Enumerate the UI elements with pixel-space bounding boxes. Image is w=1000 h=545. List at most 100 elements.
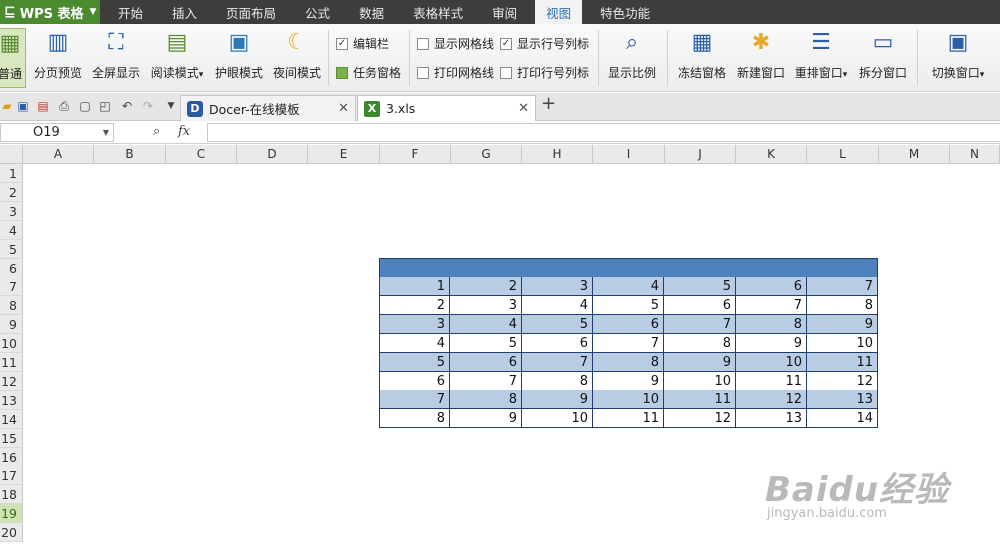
checkbox-icon[interactable]: ✓	[336, 37, 348, 50]
print-icon[interactable]: ⎙	[57, 99, 71, 113]
row-header-3[interactable]: 3	[0, 202, 23, 221]
table-cell[interactable]: 3	[450, 296, 522, 315]
column-header-k[interactable]: K	[736, 145, 807, 164]
table-cell[interactable]: 10	[736, 353, 807, 372]
column-header-l[interactable]: L	[807, 145, 879, 164]
column-header-e[interactable]: E	[308, 145, 380, 164]
row-header-1[interactable]: 1	[0, 164, 23, 183]
table-cell[interactable]: 10	[522, 409, 593, 428]
menu-5[interactable]: 数据	[348, 0, 395, 24]
ribbon-button-8[interactable]: ▦ 冻结窗格	[674, 28, 730, 88]
row-header-6[interactable]: 6	[0, 259, 23, 278]
table-cell[interactable]: 10	[664, 372, 736, 391]
table-cell[interactable]: 9	[807, 315, 878, 334]
table-cell[interactable]: 2	[379, 296, 450, 315]
function-button[interactable]: fx	[178, 124, 190, 139]
tab-3xls[interactable]: X 3.xls ✕	[357, 95, 536, 121]
row-header-13[interactable]: 13	[0, 391, 23, 410]
table-cell[interactable]: 11	[807, 353, 878, 372]
column-header-g[interactable]: G	[451, 145, 522, 164]
ribbon-button-9[interactable]: ✱ 新建窗口	[733, 28, 789, 88]
table-cell[interactable]: 11	[736, 372, 807, 391]
table-cell[interactable]: 6	[736, 277, 807, 296]
table-cell[interactable]: 7	[736, 296, 807, 315]
row-header-14[interactable]: 14	[0, 410, 23, 429]
ribbon-button-10[interactable]: ☰ 重排窗口▾	[790, 28, 852, 88]
table-cell[interactable]: 10	[593, 390, 664, 409]
row-header-10[interactable]: 10	[0, 334, 23, 353]
row-header-7[interactable]: 7	[0, 277, 23, 296]
row-header-16[interactable]: 16	[0, 448, 23, 467]
row-header-17[interactable]: 17	[0, 466, 23, 485]
table-cell[interactable]: 12	[736, 390, 807, 409]
menu-2[interactable]: 插入	[161, 0, 208, 24]
table-cell[interactable]: 9	[593, 372, 664, 391]
table-cell[interactable]: 1	[379, 277, 450, 296]
column-header-d[interactable]: D	[237, 145, 308, 164]
select-all-corner[interactable]	[0, 145, 23, 164]
formula-input[interactable]	[207, 123, 1000, 142]
app-menu-button[interactable]: ⊑ WPS 表格 ▼	[0, 0, 100, 24]
ribbon-button-1[interactable]: ▦ 普通	[0, 28, 26, 88]
table-cell[interactable]: 7	[450, 372, 522, 391]
table-cell[interactable]: 8	[736, 315, 807, 334]
table-cell[interactable]: 13	[736, 409, 807, 428]
new-tab-button[interactable]: +	[541, 95, 556, 113]
row-header-5[interactable]: 5	[0, 240, 23, 259]
table-cell[interactable]: 9	[450, 409, 522, 428]
table-cell[interactable]: 7	[807, 277, 878, 296]
column-header-a[interactable]: A	[23, 145, 94, 164]
menu-8[interactable]: 视图	[535, 0, 583, 24]
ribbon-button-4[interactable]: ▤ 阅读模式▾	[146, 28, 208, 88]
row-header-19[interactable]: 19	[0, 504, 23, 523]
row-header-11[interactable]: 11	[0, 353, 23, 372]
undo-icon[interactable]: ↶	[120, 99, 134, 113]
checkbox-icon[interactable]	[417, 66, 429, 79]
row-header-9[interactable]: 9	[0, 315, 23, 334]
checkbox-icon[interactable]: ✓	[500, 37, 512, 50]
ribbon-button-3[interactable]: ⛶ 全屏显示	[90, 28, 142, 88]
ribbon-checkbox-4[interactable]: ✓ 显示行号列标	[500, 35, 589, 52]
row-header-20[interactable]: 20	[0, 523, 23, 542]
table-cell[interactable]: 6	[522, 334, 593, 353]
table-cell[interactable]: 11	[593, 409, 664, 428]
ribbon-button-6[interactable]: ☾ 夜间模式	[271, 28, 323, 88]
table-cell[interactable]: 3	[522, 277, 593, 296]
column-header-b[interactable]: B	[94, 145, 166, 164]
menu-1[interactable]: 开始	[107, 0, 154, 24]
row-header-18[interactable]: 18	[0, 485, 23, 504]
table-cell[interactable]: 13	[807, 390, 878, 409]
row-header-4[interactable]: 4	[0, 221, 23, 240]
table-cell[interactable]: 7	[664, 315, 736, 334]
table-cell[interactable]: 8	[593, 353, 664, 372]
table-cell[interactable]: 9	[664, 353, 736, 372]
table-cell[interactable]: 8	[807, 296, 878, 315]
close-icon[interactable]: ✕	[518, 101, 529, 116]
checkbox-icon[interactable]	[417, 37, 429, 50]
checkbox-icon[interactable]	[336, 66, 348, 79]
table-cell[interactable]: 10	[807, 334, 878, 353]
table-cell[interactable]: 5	[522, 315, 593, 334]
row-header-2[interactable]: 2	[0, 183, 23, 202]
table-cell[interactable]: 7	[522, 353, 593, 372]
table-cell[interactable]: 9	[736, 334, 807, 353]
table-cell[interactable]: 6	[379, 372, 450, 391]
checkbox-icon[interactable]	[500, 66, 512, 79]
chevron-down-icon[interactable]: ▼	[103, 124, 109, 141]
table-cell[interactable]: 2	[450, 277, 522, 296]
table-cell[interactable]: 7	[379, 390, 450, 409]
ribbon-button-7[interactable]: ⌕ 显示比例	[606, 28, 658, 88]
open-folder-icon[interactable]: ▰	[0, 99, 14, 113]
table-cell[interactable]: 4	[522, 296, 593, 315]
table-cell[interactable]: 5	[664, 277, 736, 296]
table-cell[interactable]: 7	[593, 334, 664, 353]
table-cell[interactable]: 9	[522, 390, 593, 409]
name-box[interactable]: O19 ▼	[0, 123, 114, 142]
ribbon-button-5[interactable]: ▣ 护眼模式	[213, 28, 265, 88]
ribbon-button-12[interactable]: ▣ 切换窗口▾	[925, 28, 991, 88]
table-cell[interactable]: 8	[522, 372, 593, 391]
export-pdf-icon[interactable]: ▤	[36, 99, 50, 113]
redo-icon[interactable]: ↷	[141, 99, 155, 113]
row-header-8[interactable]: 8	[0, 296, 23, 315]
column-header-j[interactable]: J	[665, 145, 736, 164]
